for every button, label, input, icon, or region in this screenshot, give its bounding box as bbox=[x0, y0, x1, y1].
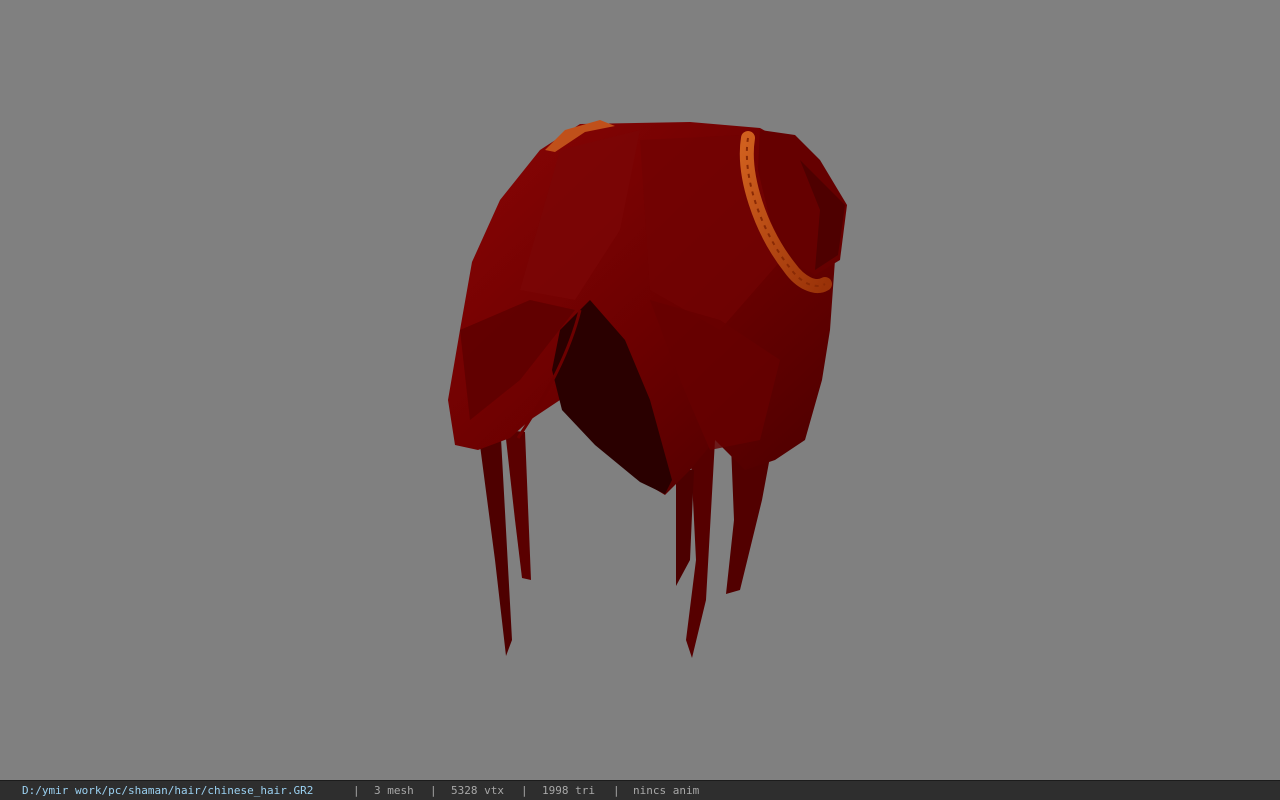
hair-model-render bbox=[448, 120, 847, 658]
model-viewport[interactable] bbox=[0, 0, 1280, 780]
status-separator: | bbox=[613, 784, 620, 797]
hair-strand-left-2 bbox=[505, 430, 531, 580]
status-file-path: D:/ymir work/pc/shaman/hair/chinese_hair… bbox=[22, 784, 314, 797]
status-triangle-count: 1998 tri bbox=[542, 784, 595, 797]
status-anim-status: nincs anim bbox=[633, 784, 700, 797]
status-bar: D:/ymir work/pc/shaman/hair/chinese_hair… bbox=[0, 780, 1280, 800]
status-separator: | bbox=[353, 784, 360, 797]
status-separator: | bbox=[521, 784, 528, 797]
status-mesh-count: 3 mesh bbox=[374, 784, 414, 797]
hair-strand-left bbox=[478, 420, 512, 656]
status-separator: | bbox=[430, 784, 437, 797]
hair-mesh bbox=[448, 120, 847, 658]
hair-strand-right-2 bbox=[676, 470, 694, 586]
status-vertex-count: 5328 vtx bbox=[451, 784, 504, 797]
